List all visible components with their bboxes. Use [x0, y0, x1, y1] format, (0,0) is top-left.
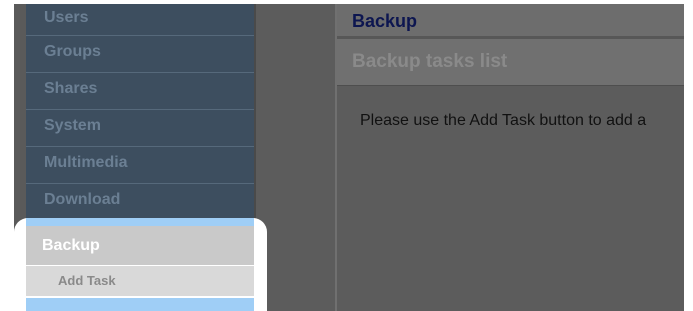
panel-title: Backup tasks list: [337, 39, 684, 86]
page-title: Backup: [337, 4, 684, 39]
empty-message: Please use the Add Task button to add a: [360, 112, 647, 129]
sidebar-item-backup[interactable]: Backup: [26, 226, 254, 265]
sidebar-subitem-add-task[interactable]: Add Task: [26, 266, 254, 296]
sidebar-item-download[interactable]: Download: [26, 184, 254, 221]
highlight-bar-bottom: [26, 298, 254, 311]
sidebar-item-multimedia[interactable]: Multimedia: [26, 147, 254, 184]
highlight-callout: Backup Add Task: [14, 218, 267, 311]
sidebar-item-shares[interactable]: Shares: [26, 73, 254, 110]
sidebar-item-groups[interactable]: Groups: [26, 36, 254, 73]
highlight-bar-top: [26, 218, 254, 226]
sidebar-item-system[interactable]: System: [26, 110, 254, 147]
main-content: Backup Backup tasks list Please use the …: [337, 4, 684, 311]
sidebar-item-users[interactable]: Users: [26, 4, 254, 36]
